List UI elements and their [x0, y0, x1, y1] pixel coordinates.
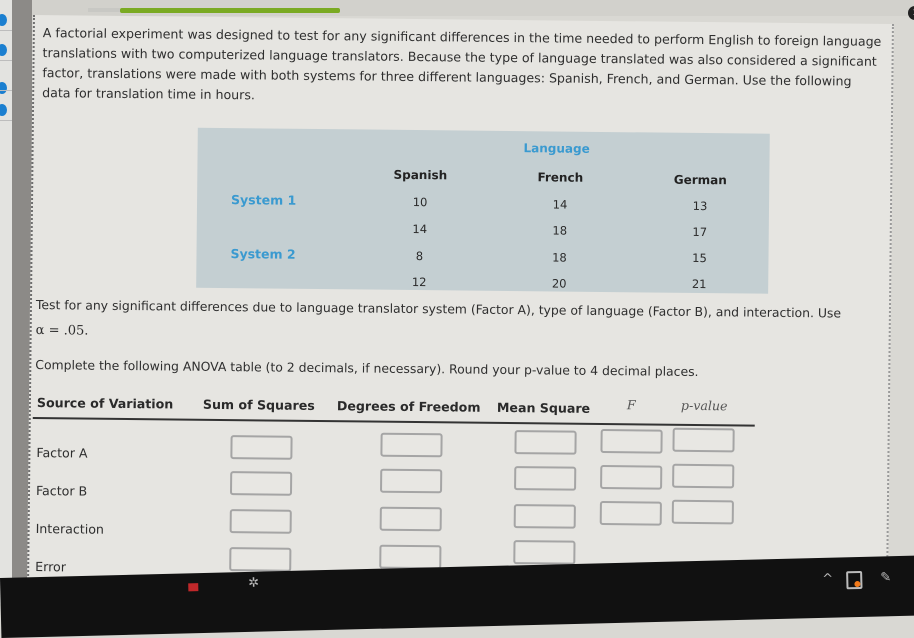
data-cell: 15	[692, 250, 707, 266]
divider	[0, 90, 12, 91]
factor-b-p-input[interactable]	[672, 463, 735, 489]
interaction-f-field[interactable]	[601, 503, 660, 525]
interaction-p-input[interactable]	[671, 499, 734, 525]
interaction-ms-input[interactable]	[513, 504, 576, 529]
taskbar-app-icon[interactable]	[188, 583, 199, 592]
factor-b-f-field[interactable]	[602, 467, 661, 489]
info-icon[interactable]: i	[908, 6, 914, 20]
divider	[0, 120, 12, 121]
test-instruction: Test for any significant differences due…	[35, 297, 842, 321]
error-df-input[interactable]	[379, 544, 442, 570]
interaction-df-field[interactable]	[381, 509, 440, 531]
data-cell: 21	[691, 276, 707, 292]
factor-b-p-field[interactable]	[674, 466, 733, 488]
factor-a-df-field[interactable]	[382, 435, 441, 457]
factor-a-f-field[interactable]	[602, 431, 661, 453]
notification-dot	[854, 580, 861, 588]
factor-a-ss-input[interactable]	[230, 435, 293, 460]
data-cell: 18	[552, 223, 568, 238]
row-label-system-2: System 2	[230, 246, 296, 262]
factor-a-f-input[interactable]	[600, 428, 663, 454]
header-ss: Sum of Squares	[202, 396, 315, 413]
header-source: Source of Variation	[36, 395, 174, 412]
row-label-error: Error	[35, 559, 67, 575]
question-panel: A factorial experiment was designed to t…	[26, 15, 894, 610]
interaction-ss-field[interactable]	[231, 512, 290, 533]
translation-data-table: Language Spanish French German System 1 …	[196, 127, 770, 294]
problem-intro: A factorial experiment was designed to t…	[42, 25, 882, 103]
error-ss-field[interactable]	[231, 550, 290, 571]
question-status-dot[interactable]	[0, 104, 7, 116]
row-label-interaction: Interaction	[35, 521, 105, 537]
question-status-dot[interactable]	[0, 82, 7, 94]
factor-b-ss-input[interactable]	[229, 471, 293, 496]
tray-app-icon[interactable]	[846, 570, 863, 590]
alpha-value: α = .05.	[35, 323, 89, 339]
factor-b-df-field[interactable]	[382, 471, 441, 493]
header-ms: Mean Square	[496, 399, 591, 416]
header-df: Degrees of Freedom	[336, 398, 481, 415]
data-cell: 18	[552, 250, 567, 265]
data-cell: 14	[552, 197, 568, 212]
error-ms-field[interactable]	[515, 543, 574, 564]
data-cell: 13	[692, 198, 708, 214]
column-header-french: French	[537, 170, 584, 185]
data-cell: 14	[412, 221, 428, 237]
settings-icon[interactable]: ✲	[248, 576, 259, 591]
data-cell: 17	[692, 224, 708, 240]
column-header-spanish: Spanish	[393, 167, 448, 183]
header-p: p-value	[680, 397, 728, 414]
column-header-german: German	[673, 172, 727, 188]
interaction-ss-input[interactable]	[229, 509, 292, 534]
left-navigation-rail	[0, 0, 12, 604]
factor-a-ss-field[interactable]	[232, 438, 291, 459]
top-header-strip: i	[32, 0, 914, 20]
data-cell: 10	[412, 194, 428, 210]
data-cell: 12	[411, 274, 427, 290]
interaction-ms-field[interactable]	[515, 507, 574, 528]
factor-b-df-input[interactable]	[380, 468, 443, 494]
interaction-df-input[interactable]	[379, 506, 442, 532]
question-status-dot[interactable]	[0, 14, 7, 26]
header-divider	[32, 417, 755, 427]
divider	[0, 30, 12, 31]
row-label-factor-a: Factor A	[36, 445, 88, 461]
pen-icon[interactable]: ✎	[880, 570, 891, 585]
error-df-field[interactable]	[381, 547, 440, 569]
factor-a-p-field[interactable]	[674, 430, 733, 452]
factor-b-ms-field[interactable]	[516, 469, 575, 490]
interaction-f-input[interactable]	[599, 500, 662, 526]
question-status-dot[interactable]	[0, 44, 7, 56]
factor-b-ms-input[interactable]	[514, 466, 577, 491]
tray-chevron-icon[interactable]: ^	[822, 572, 833, 587]
factor-a-ms-input[interactable]	[514, 430, 577, 455]
row-label-system-1: System 1	[230, 192, 297, 208]
header-f: F	[626, 397, 636, 413]
divider	[0, 60, 12, 61]
factor-b-ss-field[interactable]	[231, 474, 291, 495]
data-cell: 8	[415, 249, 424, 264]
interaction-p-field[interactable]	[673, 502, 732, 524]
row-label-factor-b: Factor B	[35, 483, 88, 499]
progress-track	[88, 8, 120, 12]
factor-a-ms-field[interactable]	[516, 433, 575, 454]
anova-instruction: Complete the following ANOVA table (to 2…	[35, 357, 699, 379]
factor-a-df-input[interactable]	[380, 432, 443, 458]
factor-a-p-input[interactable]	[672, 427, 735, 453]
error-ms-input[interactable]	[513, 540, 576, 565]
progress-bar	[120, 8, 340, 13]
factor-b-f-input[interactable]	[600, 464, 663, 490]
column-group-label: Language	[523, 141, 590, 156]
data-cell: 20	[551, 276, 567, 291]
error-ss-input[interactable]	[229, 547, 292, 572]
